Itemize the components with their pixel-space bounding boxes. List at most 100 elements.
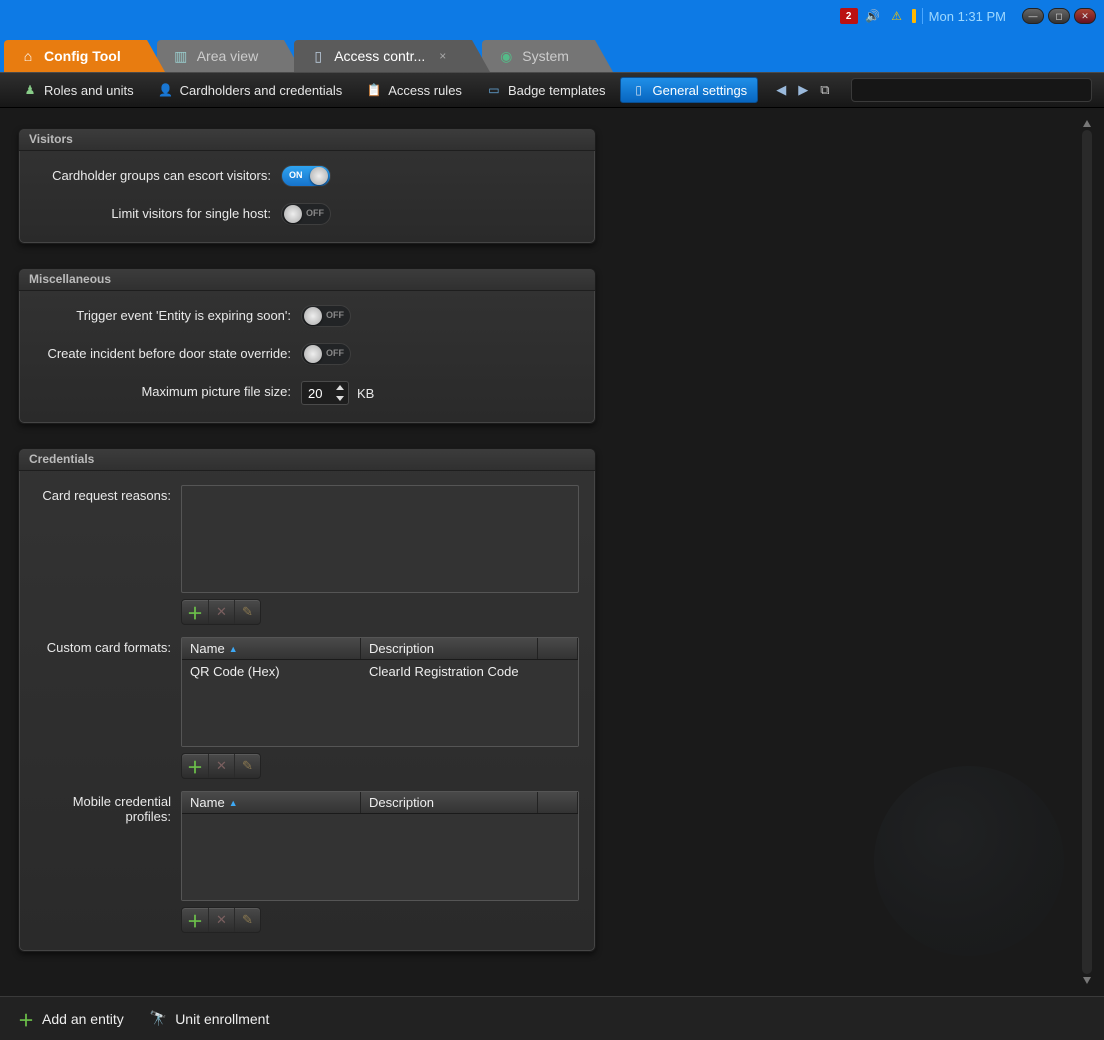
system-tray: 2 🔊 ⚠ Mon 1:31 PM — ◻ ✕ <box>840 8 1096 24</box>
col-name-header[interactable]: Name <box>182 792 361 813</box>
mobile-profiles-label: Mobile credential profiles: <box>35 791 171 824</box>
tab-area-view[interactable]: ▥ Area view <box>157 40 284 72</box>
mobile-profiles-table[interactable]: Name Description <box>181 791 579 901</box>
card-request-reasons-list[interactable] <box>181 485 579 593</box>
section-visitors-header: Visitors <box>19 129 595 151</box>
col-blank-header <box>538 792 578 813</box>
card-request-reasons-label: Card request reasons: <box>35 485 171 503</box>
binoculars-icon: 🔭 <box>150 1010 167 1027</box>
plus-icon: ＋ <box>18 1007 34 1031</box>
settings-content: Visitors Cardholder groups can escort vi… <box>18 128 596 980</box>
general-icon: ▯ <box>631 82 647 98</box>
section-credentials-header: Credentials <box>19 449 595 471</box>
nav-roles-label: Roles and units <box>44 83 134 98</box>
add-button[interactable]: ＋ <box>182 908 208 932</box>
add-entity-button[interactable]: ＋ Add an entity <box>18 1007 124 1031</box>
app-tabs: ⌂ Config Tool ▥ Area view ▯ Access contr… <box>0 40 1104 72</box>
area-icon: ▥ <box>173 48 189 64</box>
max-picture-spinner[interactable]: 20 <box>301 381 349 405</box>
nav-access-rules[interactable]: 📋 Access rules <box>356 77 472 103</box>
section-visitors: Visitors Cardholder groups can escort vi… <box>18 128 596 244</box>
main-panel: Visitors Cardholder groups can escort vi… <box>0 108 1104 996</box>
nav-forward-icon[interactable]: ▶ <box>798 82 808 98</box>
tray-separator <box>922 8 923 24</box>
nav-rules-label: Access rules <box>388 83 462 98</box>
limit-visitors-toggle[interactable] <box>281 203 331 225</box>
edit-button[interactable]: ✎ <box>234 600 260 624</box>
edit-button[interactable]: ✎ <box>234 754 260 778</box>
escort-visitors-toggle[interactable] <box>281 165 331 187</box>
clock-text[interactable]: Mon 1:31 PM <box>929 9 1006 24</box>
system-icon: ◉ <box>498 48 514 64</box>
tab-home[interactable]: ⌂ Config Tool <box>4 40 147 72</box>
tab-area-view-label: Area view <box>197 48 258 64</box>
col-desc-header[interactable]: Description <box>361 638 538 659</box>
delete-button[interactable]: ✕ <box>208 600 234 624</box>
security-alert-icon[interactable]: 2 <box>840 8 858 24</box>
col-name-header[interactable]: Name <box>182 638 361 659</box>
unit-enrollment-button[interactable]: 🔭 Unit enrollment <box>150 1010 270 1027</box>
custom-card-formats-table[interactable]: Name Description QR Code (Hex) ClearId R… <box>181 637 579 747</box>
limit-visitors-label: Limit visitors for single host: <box>35 203 271 221</box>
maximize-button[interactable]: ◻ <box>1048 8 1070 24</box>
battery-icon <box>912 9 916 23</box>
search-input[interactable] <box>851 78 1092 102</box>
custom-formats-buttons: ＋ ✕ ✎ <box>181 753 261 779</box>
nav-general-settings[interactable]: ▯ General settings <box>620 77 759 103</box>
max-picture-label: Maximum picture file size: <box>35 381 291 399</box>
mobile-profiles-buttons: ＋ ✕ ✎ <box>181 907 261 933</box>
tab-system[interactable]: ◉ System <box>482 40 595 72</box>
nav-cardholders[interactable]: 👤 Cardholders and credentials <box>148 77 353 103</box>
tab-system-label: System <box>522 48 569 64</box>
add-entity-label: Add an entity <box>42 1011 124 1027</box>
cardholder-icon: 👤 <box>158 82 174 98</box>
warning-icon[interactable]: ⚠ <box>888 8 906 24</box>
delete-button[interactable]: ✕ <box>208 908 234 932</box>
table-row[interactable]: QR Code (Hex) ClearId Registration Code <box>182 660 578 683</box>
add-button[interactable]: ＋ <box>182 600 208 624</box>
trigger-expiring-toggle[interactable] <box>301 305 351 327</box>
scrollbar[interactable] <box>1082 130 1092 974</box>
watermark-globe <box>874 766 1064 956</box>
nav-badge-templates[interactable]: ▭ Badge templates <box>476 77 616 103</box>
escort-visitors-label: Cardholder groups can escort visitors: <box>35 165 271 183</box>
max-picture-value: 20 <box>308 386 322 401</box>
cell-desc: ClearId Registration Code <box>361 660 578 683</box>
close-button[interactable]: ✕ <box>1074 8 1096 24</box>
card-request-buttons: ＋ ✕ ✎ <box>181 599 261 625</box>
section-credentials: Credentials Card request reasons: ＋ ✕ ✎ … <box>18 448 596 952</box>
section-misc-header: Miscellaneous <box>19 269 595 291</box>
unit-enrollment-label: Unit enrollment <box>175 1011 269 1027</box>
nav-cardholders-label: Cardholders and credentials <box>180 83 343 98</box>
tab-access-control[interactable]: ▯ Access contr... × <box>294 40 472 72</box>
incident-override-label: Create incident before door state overri… <box>35 343 291 361</box>
tab-home-label: Config Tool <box>44 48 121 64</box>
nav-back-icon[interactable]: ◀ <box>776 82 786 98</box>
tab-close-icon[interactable]: × <box>439 49 446 63</box>
volume-icon[interactable]: 🔊 <box>864 8 882 24</box>
tab-access-control-label: Access contr... <box>334 48 425 64</box>
delete-button[interactable]: ✕ <box>208 754 234 778</box>
col-blank-header <box>538 638 578 659</box>
custom-card-formats-label: Custom card formats: <box>35 637 171 655</box>
table-header: Name Description <box>182 638 578 660</box>
access-icon: ▯ <box>310 48 326 64</box>
rules-icon: 📋 <box>366 82 382 98</box>
roles-icon: ♟ <box>22 82 38 98</box>
home-icon: ⌂ <box>20 48 36 64</box>
minimize-button[interactable]: — <box>1022 8 1044 24</box>
nav-popout-icon[interactable]: ⧉ <box>820 82 829 98</box>
cell-name: QR Code (Hex) <box>182 660 361 683</box>
incident-override-toggle[interactable] <box>301 343 351 365</box>
add-button[interactable]: ＋ <box>182 754 208 778</box>
nav-arrows: ◀ ▶ ⧉ <box>776 82 829 98</box>
nav-badges-label: Badge templates <box>508 83 606 98</box>
section-misc: Miscellaneous Trigger event 'Entity is e… <box>18 268 596 424</box>
edit-button[interactable]: ✎ <box>234 908 260 932</box>
nav-roles-units[interactable]: ♟ Roles and units <box>12 77 144 103</box>
trigger-expiring-label: Trigger event 'Entity is expiring soon': <box>35 305 291 323</box>
footer-bar: ＋ Add an entity 🔭 Unit enrollment <box>0 996 1104 1040</box>
sub-toolbar: ♟ Roles and units 👤 Cardholders and cred… <box>0 72 1104 108</box>
table-header: Name Description <box>182 792 578 814</box>
col-desc-header[interactable]: Description <box>361 792 538 813</box>
